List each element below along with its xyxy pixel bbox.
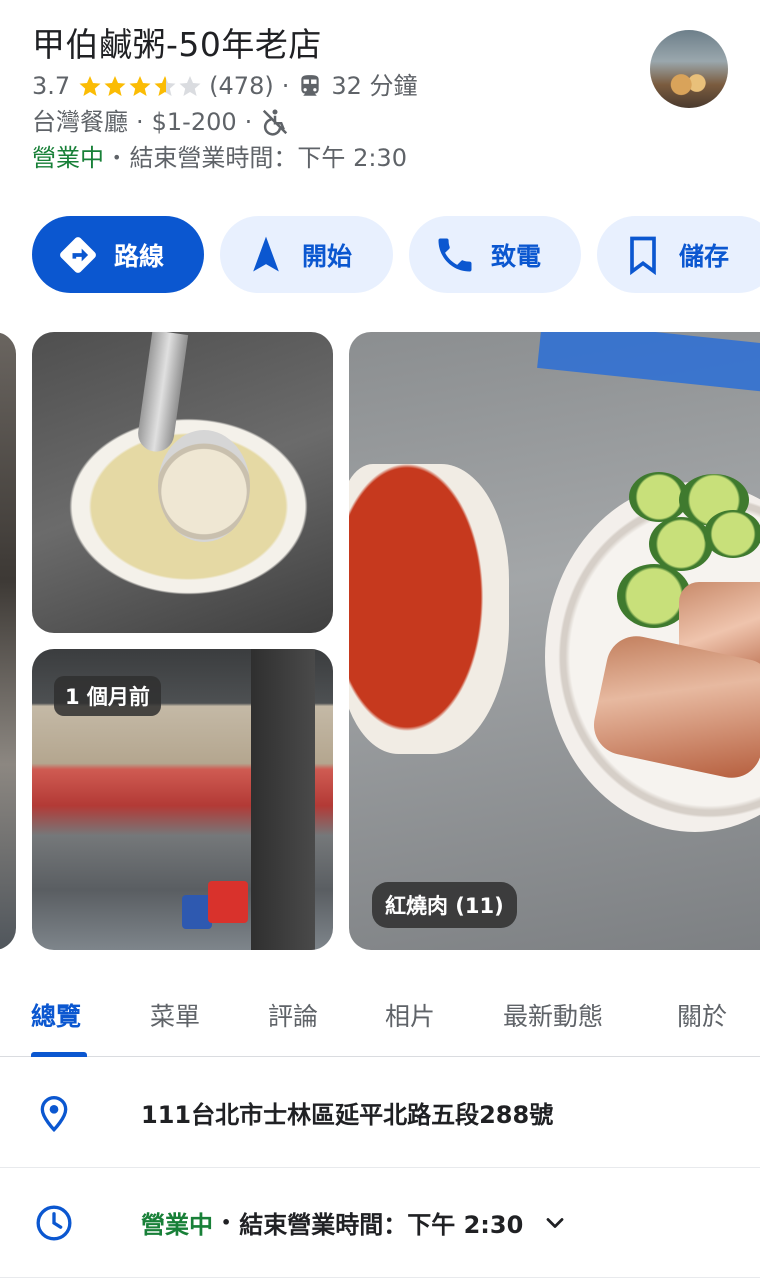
empty-star-icon xyxy=(179,76,201,96)
action-buttons: 路線 開始 致電 儲存 xyxy=(32,216,760,293)
tab-overview[interactable]: 總覽 xyxy=(31,997,81,1033)
hours-detail-row[interactable]: 營業中 • 結束營業時間：下午 2:30 xyxy=(0,1168,760,1278)
photo-congee[interactable] xyxy=(32,332,333,633)
location-pin-icon xyxy=(40,1095,68,1132)
sauce-dish xyxy=(349,464,509,754)
hours-detail: 營業中 • 結束營業時間：下午 2:30 xyxy=(141,1205,569,1240)
start-button[interactable]: 開始 xyxy=(220,216,393,293)
directions-label: 路線 xyxy=(114,241,165,271)
photo-braised-pork[interactable] xyxy=(349,332,760,950)
save-label: 儲存 xyxy=(679,241,730,271)
star-icon xyxy=(104,76,126,96)
clock-icon xyxy=(36,1205,72,1240)
rating-value: 3.7 xyxy=(32,72,71,100)
directions-icon xyxy=(60,236,96,273)
active-tab-indicator xyxy=(31,1052,87,1057)
bookmark-icon xyxy=(630,236,656,275)
separator: · xyxy=(136,108,144,136)
address-text: 111台北市士林區延平北路五段288號 xyxy=(141,1101,554,1129)
directions-button[interactable]: 路線 xyxy=(32,216,204,293)
address-row[interactable]: 111台北市士林區延平北路五段288號 xyxy=(0,1058,760,1168)
shop-column xyxy=(251,649,315,950)
tab-menu[interactable]: 菜單 xyxy=(150,997,200,1033)
separator: · xyxy=(281,72,290,100)
closing-time: 結束營業時間：下午 2:30 xyxy=(129,144,407,172)
rating-stars xyxy=(78,74,203,98)
start-label: 開始 xyxy=(302,241,353,271)
photo-dish-label[interactable]: 紅燒肉 (11) xyxy=(372,882,517,928)
photo-age-badge: 1 個月前 xyxy=(54,676,161,716)
open-status: 營業中 xyxy=(32,144,104,172)
separator: • xyxy=(221,1213,232,1232)
tab-photos[interactable]: 相片 xyxy=(385,997,435,1033)
half-star-icon xyxy=(154,76,176,96)
rating-row[interactable]: 3.7 (478) · 32 分鐘 xyxy=(32,68,632,104)
photo-detail xyxy=(537,332,760,392)
transit-time: 32 分鐘 xyxy=(331,72,418,100)
photo-partial[interactable] xyxy=(0,332,16,950)
shop-bucket-red xyxy=(208,881,248,923)
category-row: 台灣餐廳 · $1-200 · xyxy=(32,104,632,140)
star-icon xyxy=(129,76,151,96)
tab-about[interactable]: 關於 xyxy=(677,997,727,1033)
cucumber xyxy=(649,517,713,571)
separator: • xyxy=(112,148,122,167)
spoon-handle xyxy=(135,332,189,454)
call-button[interactable]: 致電 xyxy=(409,216,581,293)
hours-row[interactable]: 營業中 • 結束營業時間：下午 2:30 xyxy=(32,140,632,176)
review-count: (478) xyxy=(209,72,274,100)
price-range: $1-200 xyxy=(151,108,237,136)
chevron-down-icon[interactable] xyxy=(541,1209,569,1237)
separator: · xyxy=(244,108,253,136)
category: 台灣餐廳 xyxy=(32,108,128,136)
phone-icon xyxy=(438,238,472,271)
place-title: 甲伯鹹粥-50年老店 xyxy=(32,25,322,64)
save-button[interactable]: 儲存 xyxy=(597,216,760,293)
photo-gallery[interactable]: 1 個月前 紅燒肉 (11) xyxy=(0,332,760,950)
tab-reviews[interactable]: 評論 xyxy=(268,997,318,1033)
place-thumbnail[interactable] xyxy=(650,30,728,108)
open-status: 營業中 xyxy=(141,1211,213,1239)
call-label: 致電 xyxy=(491,241,542,271)
closing-time: 結束營業時間：下午 2:30 xyxy=(239,1211,524,1239)
no-wheelchair-icon xyxy=(263,109,288,136)
spoon-bowl xyxy=(158,430,250,542)
cucumber xyxy=(704,510,760,558)
train-icon xyxy=(301,75,320,96)
place-header: 甲伯鹹粥-50年老店 3.7 (478) · 32 分鐘 台灣餐廳 · $1-2… xyxy=(32,22,632,176)
star-icon xyxy=(79,76,101,96)
tab-bar: 總覽 菜單 評論 相片 最新動態 關於 xyxy=(0,975,760,1057)
navigation-arrow-icon xyxy=(253,236,279,271)
tab-updates[interactable]: 最新動態 xyxy=(503,997,603,1033)
